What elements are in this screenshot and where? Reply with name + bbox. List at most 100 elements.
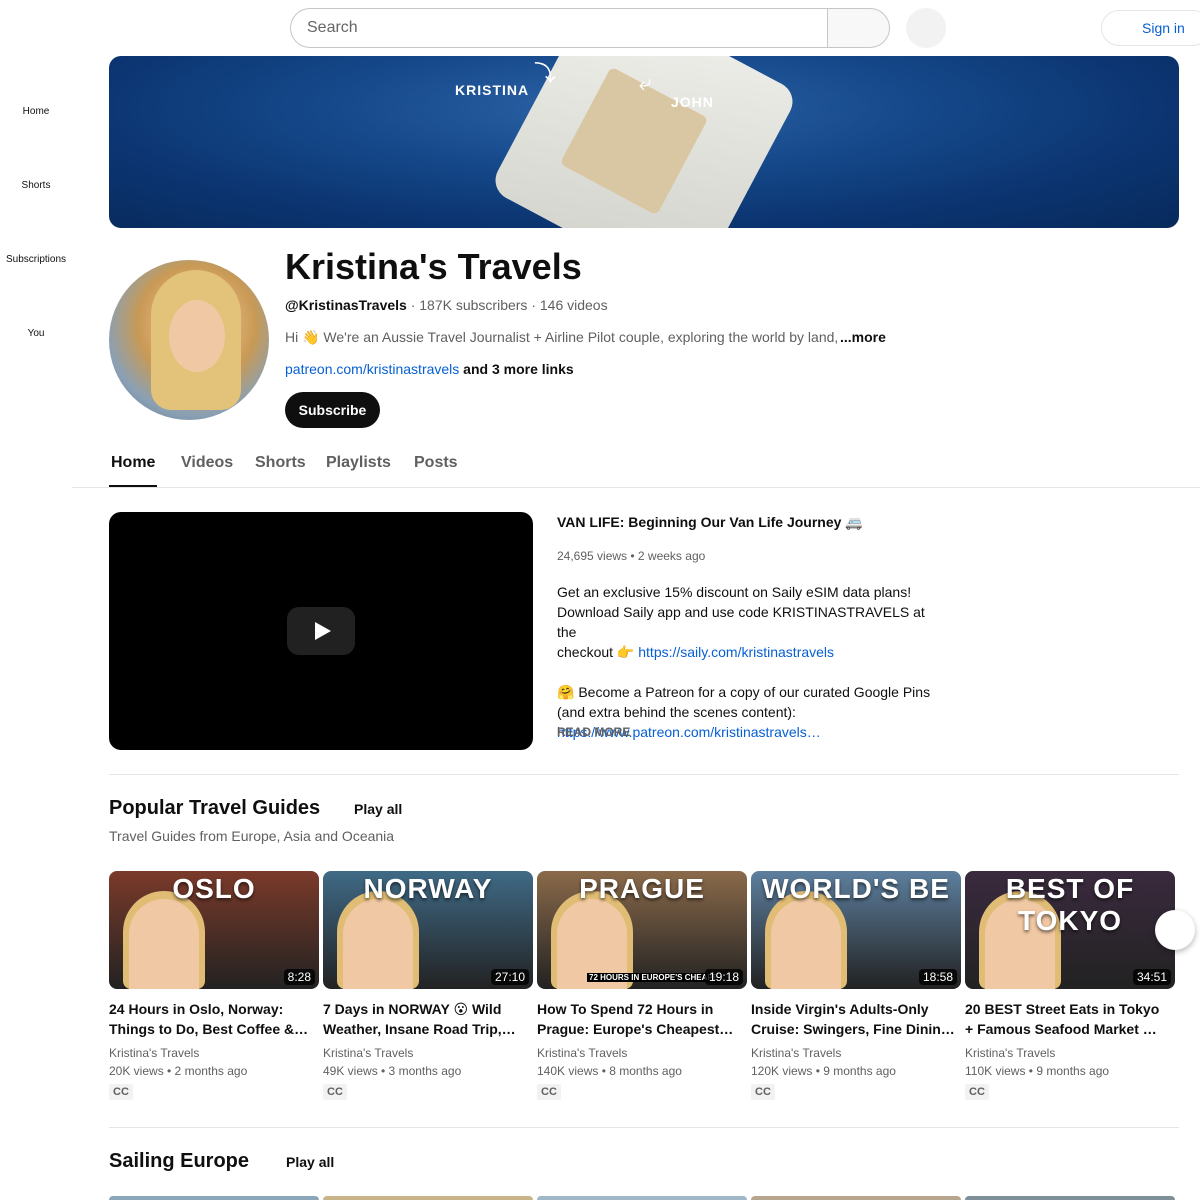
channel-banner: KRISTINA JOHN ⤵ ⤶ [109,56,1179,228]
video-thumbnail[interactable]: PRAGUE 72 HOURS IN EUROPE'S CHEAPE 19:18 [537,871,747,989]
description-more-link[interactable]: ...more [840,329,886,345]
channel-links: patreon.com/kristinastravels and 3 more … [285,361,574,377]
desc-line: 🤗 Become a Patreon for a copy of our cur… [557,684,931,700]
cc-badge: CC [537,1084,561,1100]
cc-badge: CC [109,1084,133,1100]
video-card[interactable]: PRAGUE 72 HOURS IN EUROPE'S CHEAPE 19:18… [537,871,747,1100]
voice-search-button[interactable] [906,8,946,48]
video-duration: 19:18 [704,969,743,985]
video-channel[interactable]: Kristina's Travels [323,1046,533,1060]
section-divider [109,1127,1179,1128]
tab-shorts[interactable]: Shorts [255,454,306,472]
channel-tabs: Home Videos Shorts Playlists Posts [72,440,1200,488]
shelf-title[interactable]: Popular Travel Guides [109,797,320,820]
play-all-button[interactable]: Play all [354,801,402,817]
video-thumbnail[interactable]: NORWAY 27:10 [323,871,533,989]
tab-posts[interactable]: Posts [414,454,458,472]
video-title[interactable]: Inside Virgin's Adults-Only Cruise: Swin… [751,999,961,1039]
video-title[interactable]: 20 BEST Street Eats in Tokyo + Famous Se… [965,999,1175,1039]
video-title-line: Things to Do, Best Coffee &… [109,1021,309,1037]
thumbnail-text: BEST OF TOKYO [1005,873,1135,936]
video-thumbnail[interactable] [537,1196,747,1200]
video-title-line: 7 Days in NORWAY 😮 Wild [323,1001,502,1017]
video-channel[interactable]: Kristina's Travels [751,1046,961,1060]
avatar-face [169,300,225,372]
play-all-button[interactable]: Play all [286,1154,334,1170]
video-thumbnail[interactable] [323,1196,533,1200]
saily-link[interactable]: https://saily.com/kristinastravels [638,644,834,660]
video-thumbnail[interactable] [751,1196,961,1200]
cc-badge: CC [323,1084,347,1100]
video-title-line: Cruise: Swingers, Fine Dinin… [751,1021,955,1037]
subscribe-button[interactable]: Subscribe [285,392,380,428]
thumbnail-face [771,899,841,989]
sidebar-item-shorts[interactable]: Shorts [0,180,72,191]
video-thumbnail[interactable] [965,1196,1175,1200]
video-title-line: 20 BEST Street Eats in Tokyo [965,1001,1160,1017]
video-thumbnail[interactable]: BEST OF TOKYO 34:51 [965,871,1175,989]
banner-label-kristina: KRISTINA [455,82,530,98]
patreon-link[interactable]: patreon.com/kristinastravels [285,361,459,377]
search-button[interactable] [827,8,890,48]
active-tab-indicator [109,485,157,487]
desc-text: checkout 👉 [557,644,639,660]
video-title[interactable]: 7 Days in NORWAY 😮 Wild Weather, Insane … [323,999,533,1039]
play-icon[interactable] [287,607,355,655]
section-divider [109,774,1179,775]
more-links-link[interactable]: and 3 more links [459,361,574,377]
sidebar-item-subscriptions[interactable]: Subscriptions [0,254,72,265]
video-stats: 20K views • 2 months ago [109,1064,248,1078]
video-title-line: 24 Hours in Oslo, Norway: [109,1001,284,1017]
video-thumbnail[interactable] [109,1196,319,1200]
video-channel[interactable]: Kristina's Travels [109,1046,319,1060]
thumbnail-text: WORLD'S BE [762,873,950,904]
video-card[interactable]: BEST OF TOKYO 34:51 20 BEST Street Eats … [965,871,1175,1100]
desc-spacer [557,662,947,682]
channel-title: Kristina's Travels [285,246,582,287]
video-duration: 18:58 [918,969,957,985]
video-stats: 49K views • 3 months ago [323,1064,462,1078]
tab-home[interactable]: Home [111,454,155,472]
tab-playlists[interactable]: Playlists [326,454,391,472]
shelf-subtitle: Travel Guides from Europe, Asia and Ocea… [109,828,395,844]
banner-label-john: JOHN [671,94,714,110]
thumbnail-face [343,899,413,989]
video-thumbnail[interactable]: OSLO 8:28 [109,871,319,989]
thumbnail-text: PRAGUE [579,873,705,904]
video-title[interactable]: How To Spend 72 Hours in Prague: Europe'… [537,999,747,1039]
video-title[interactable]: 24 Hours in Oslo, Norway: Things to Do, … [109,999,319,1039]
video-title-line: Prague: Europe's Cheapest… [537,1021,734,1037]
channel-description[interactable]: Hi 👋 We're an Aussie Travel Journalist +… [285,329,845,346]
channel-handle: @KristinasTravels [285,297,407,313]
thumbnail-face [129,899,199,989]
video-card[interactable]: WORLD'S BE 18:58 Inside Virgin's Adults-… [751,871,961,1100]
search-input[interactable] [290,8,827,48]
shelf-next-button[interactable] [1155,910,1195,950]
sidebar-item-you[interactable]: You [0,328,72,339]
video-stats: 110K views • 9 months ago [965,1064,1110,1078]
featured-video-title[interactable]: VAN LIFE: Beginning Our Van Life Journey… [557,514,863,531]
sign-in-button[interactable]: Sign in [1101,10,1200,46]
shelf-title[interactable]: Sailing Europe [109,1150,249,1173]
video-thumbnail[interactable]: WORLD'S BE 18:58 [751,871,961,989]
sidebar-item-home[interactable]: Home [0,106,72,117]
video-card[interactable]: NORWAY 27:10 7 Days in NORWAY 😮 Wild Wea… [323,871,533,1100]
desc-line: checkout 👉 https://saily.com/kristinastr… [557,642,947,662]
video-card[interactable]: OSLO 8:28 24 Hours in Oslo, Norway: Thin… [109,871,319,1100]
cc-badge: CC [751,1084,775,1100]
video-duration: 27:10 [490,969,529,985]
read-more-button[interactable]: READ MORE [557,725,630,739]
tab-videos[interactable]: Videos [181,454,233,472]
thumbnail-text: NORWAY [363,873,493,904]
video-channel[interactable]: Kristina's Travels [965,1046,1175,1060]
featured-video-player[interactable] [109,512,533,750]
desc-line: Download Saily app and use code KRISTINA… [557,604,925,640]
curved-arrow-icon: ⤶ [639,70,652,95]
curved-arrow-icon: ⤵ [534,61,557,86]
channel-meta: @KristinasTravels · 187K subscribers · 1… [285,297,608,313]
video-title-line: Weather, Insane Road Trip,… [323,1021,516,1037]
video-title-line: How To Spend 72 Hours in [537,1001,714,1017]
thumbnail-text: OSLO [172,873,256,904]
video-channel[interactable]: Kristina's Travels [537,1046,747,1060]
channel-avatar [109,260,269,420]
